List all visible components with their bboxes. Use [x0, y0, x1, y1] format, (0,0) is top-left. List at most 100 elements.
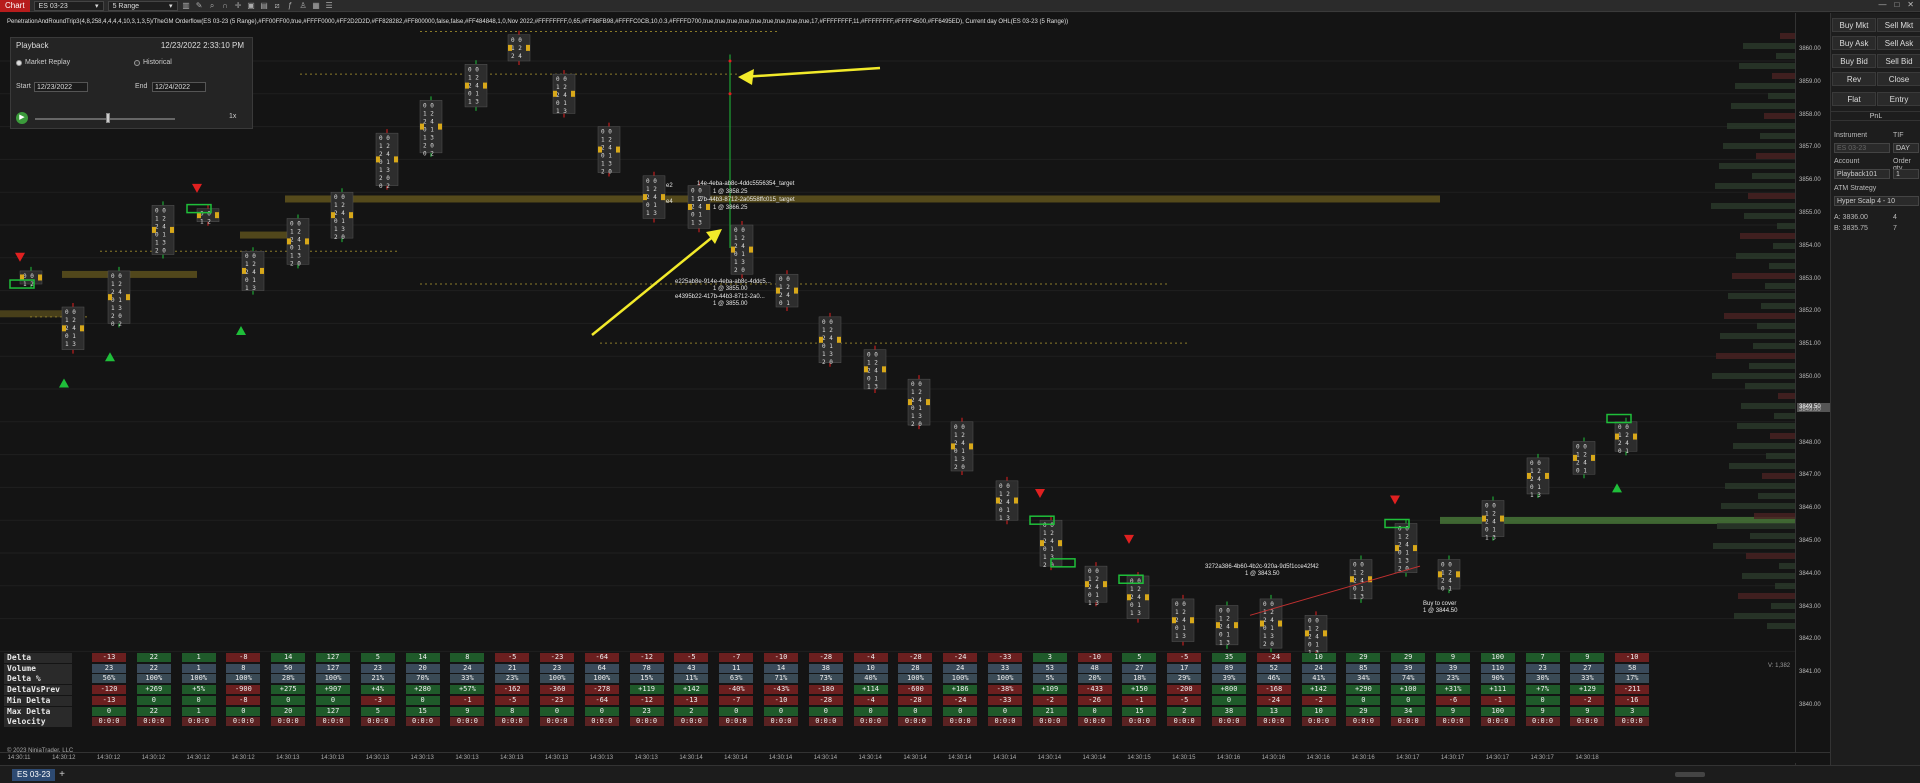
start-date-select[interactable]: 12/23/2022 — [34, 82, 88, 92]
chart-tab-label[interactable]: Chart — [0, 0, 30, 12]
footprint-cell: 2 4 — [1618, 440, 1629, 447]
poc-marker — [882, 366, 886, 373]
stats-cell: 0:0:0 — [629, 717, 664, 727]
poc-marker — [731, 246, 735, 253]
stats-cell: 39 — [1436, 663, 1470, 673]
stats-row-label: Velocity — [4, 717, 72, 728]
time-axis-label: 14:30:14 — [1082, 755, 1106, 761]
flat-button[interactable]: Flat — [1832, 92, 1876, 106]
stats-cell: 0:0:0 — [898, 717, 933, 727]
buy-to-cover-price: 1 @ 3844.50 — [1423, 608, 1458, 614]
poc-marker — [420, 123, 424, 130]
chart-panel[interactable]: 0 01 20 01 22 40 11 30 01 22 40 11 32 00… — [0, 13, 1830, 765]
stats-cell: 29 — [1391, 653, 1426, 662]
poc-marker — [62, 325, 66, 332]
stats-cell: -40% — [719, 685, 754, 695]
footprint-cell: 2 4 — [468, 82, 479, 89]
play-button[interactable]: ▶ — [16, 112, 28, 124]
time-axis-label: 14:30:11 — [7, 755, 31, 761]
volume-profile-bar — [1753, 343, 1795, 349]
reverse-button[interactable]: Rev — [1832, 72, 1876, 86]
poc-marker — [1103, 581, 1107, 588]
zoom-icon[interactable]: ⌕ — [208, 1, 217, 10]
historical-radio[interactable]: Historical — [134, 59, 172, 66]
buy-bid-button[interactable]: Buy Bid — [1832, 54, 1876, 68]
horizontal-scrollbar[interactable] — [1675, 772, 1705, 777]
atm-strategy-select[interactable]: Hyper Scalp 4 - 10 — [1834, 196, 1919, 206]
end-date-select[interactable]: 12/24/2022 — [152, 82, 206, 92]
footprint-cell: 0 0 — [954, 424, 965, 431]
stats-cell: 0:0:0 — [853, 717, 888, 727]
stop-order-label: e225ab8e-914e-4eba-ab8c-4ddc5... — [675, 279, 771, 285]
footprint-cell: 1 3 — [423, 134, 434, 141]
tab-es-03-23[interactable]: ES 03-23 — [12, 769, 56, 781]
buy-mkt-button[interactable]: Buy Mkt — [1832, 18, 1876, 32]
order-label: 3272a386-4b60-4b2c-920a-9d5f1cce42f42 — [1205, 564, 1319, 570]
bar-type-selector[interactable]: 5 Range ▾ — [107, 0, 178, 11]
poc-marker — [170, 226, 174, 233]
minimize-icon[interactable]: — — [1878, 0, 1886, 9]
poc-marker — [526, 44, 530, 51]
magnet-icon[interactable]: ∩ — [221, 1, 230, 10]
stats-cell: -24 — [943, 653, 978, 662]
volume-profile-bar — [1762, 473, 1795, 479]
stats-cell: 8 — [226, 663, 261, 673]
footprint-cell: 2 4 — [1530, 476, 1541, 483]
stats-cell: 22 — [136, 653, 171, 662]
sell-bid-button[interactable]: Sell Bid — [1877, 54, 1920, 68]
footprint-cell: 2 4 — [65, 325, 76, 332]
stats-cell: 56% — [92, 674, 126, 684]
stats-cell: +31% — [1436, 685, 1470, 695]
close-position-button[interactable]: Close — [1877, 72, 1920, 86]
price-axis-label: 3842.00 — [1799, 636, 1821, 643]
buy-ask-button[interactable]: Buy Ask — [1832, 36, 1876, 50]
stats-cell: 27 — [1570, 663, 1605, 673]
footprint-cell: 1 3 — [691, 220, 702, 227]
templates-icon[interactable]: ▦ — [312, 1, 321, 10]
playback-slider[interactable] — [35, 118, 175, 120]
playback-speed: 1x — [229, 113, 237, 120]
footprint-cell: 2 0 — [911, 421, 922, 428]
footprint-cell: 2 4 — [999, 499, 1010, 506]
screenshot-icon[interactable]: ▣ — [247, 1, 256, 10]
account-select[interactable]: Playback101 — [1834, 169, 1890, 179]
strategies-icon[interactable]: ♙ — [299, 1, 308, 10]
stats-cell: 3 — [1615, 706, 1650, 716]
time-axis-label: 14:30:17 — [1440, 755, 1465, 761]
properties-icon[interactable]: ▤ — [260, 1, 269, 10]
pencil-icon[interactable]: ✎ — [195, 1, 204, 10]
time-axis[interactable]: 14:30:11 14:30:12 14:30:12 14:30:12 14:30:12… — [0, 752, 1830, 763]
add-tab-button[interactable]: + — [56, 769, 68, 781]
footprint-cell: 1 2 — [999, 491, 1010, 498]
entry-button[interactable]: Entry — [1877, 92, 1920, 106]
tif-select[interactable]: DAY — [1893, 143, 1919, 153]
price-axis[interactable]: 3849.50 3860.00 3859.00 3858.00 3857.00 3856… — [1795, 13, 1830, 765]
crosshair-icon[interactable]: ✛ — [234, 1, 243, 10]
maximize-icon[interactable]: □ — [1894, 0, 1899, 9]
indicators-icon[interactable]: ƒ — [286, 1, 295, 10]
time-axis-label: 14:30:13 — [634, 755, 658, 761]
market-replay-radio[interactable]: Market Replay — [16, 59, 70, 66]
instrument-selector[interactable]: ES 03-23 ▾ — [33, 0, 104, 11]
footprint-cell: 1 3 — [155, 239, 166, 246]
atm-strategy-label: ATM Strategy — [1834, 185, 1877, 192]
footprint-cell: 0 1 — [468, 90, 479, 97]
playback-slider-thumb[interactable] — [106, 113, 110, 123]
tif-label: TIF — [1893, 132, 1904, 139]
time-axis-label: 14:30:14 — [903, 755, 927, 761]
order-marker — [728, 92, 732, 96]
sell-ask-button[interactable]: Sell Ask — [1877, 36, 1920, 50]
instrument-field[interactable]: ES 03-23 — [1834, 143, 1890, 153]
footprint-cell: 2 0 — [334, 234, 345, 241]
radio-dot-icon — [134, 59, 140, 66]
sell-mkt-button[interactable]: Sell Mkt — [1877, 18, 1920, 32]
stats-cell: 35 — [1212, 653, 1246, 662]
stats-cell: 39 — [1391, 663, 1426, 673]
trader-icon[interactable]: ☰ — [325, 1, 334, 10]
order-qty-input[interactable]: 1 — [1893, 169, 1919, 179]
stats-cell: 100% — [181, 674, 216, 684]
close-icon[interactable]: ✕ — [1907, 0, 1914, 9]
drawing-tools-icon[interactable]: ⧄ — [273, 1, 282, 10]
ask-price: A: 3836.00 — [1834, 214, 1868, 221]
bar-chart-icon[interactable]: ▥ — [182, 1, 191, 10]
